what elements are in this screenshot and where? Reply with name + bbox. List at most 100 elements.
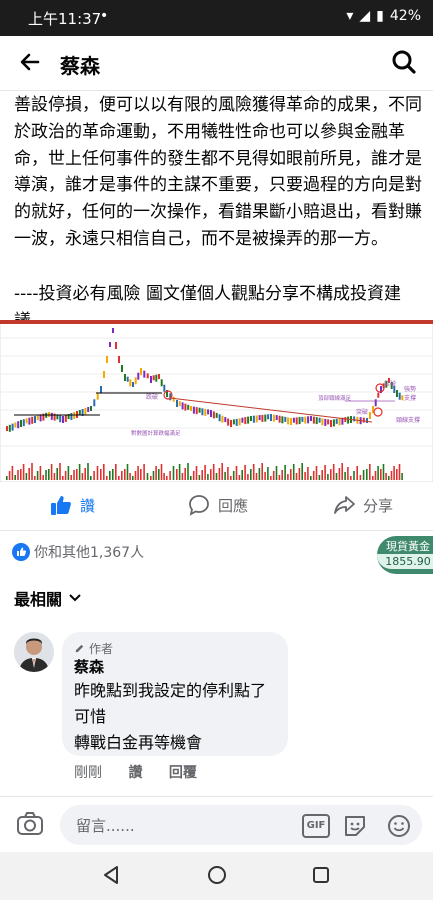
volume-mark (14, 475, 16, 480)
battery-level: 42% (389, 8, 421, 24)
candle-mark (227, 418, 230, 426)
volume-mark (295, 473, 298, 480)
candle-mark (321, 418, 324, 426)
volume-mark (264, 472, 266, 480)
nav-home-icon[interactable] (206, 864, 228, 886)
candle-mark (187, 404, 190, 410)
comment-line: 昨晚點到我設定的停利點了 (74, 681, 267, 700)
candle-mark (59, 415, 62, 423)
volume-mark (366, 469, 368, 480)
nav-recents-icon[interactable] (310, 864, 332, 886)
reaction-summary[interactable]: 你和其他1,367人 (12, 542, 144, 562)
volume-mark (290, 469, 292, 480)
candle-mark (137, 372, 140, 380)
sticker-icon[interactable] (342, 813, 368, 839)
candle-mark (252, 415, 255, 423)
candle-mark (241, 417, 244, 423)
candle-mark (218, 414, 221, 422)
volume-mark (160, 464, 163, 480)
volume-mark (310, 476, 312, 480)
chevron-down-icon (69, 594, 81, 602)
candle-mark (290, 418, 292, 425)
comment-button[interactable]: 回應 (188, 494, 248, 516)
candle-mark (250, 416, 252, 421)
volume-mark (335, 473, 338, 480)
candle-mark (178, 401, 181, 407)
volume-mark (390, 471, 393, 480)
comment-like-button[interactable]: 讚 (128, 765, 142, 781)
volume-mark (190, 476, 192, 480)
candle-mark (160, 379, 163, 387)
comment-time: 剛剛 (74, 765, 102, 781)
search-icon[interactable] (391, 49, 417, 75)
emoji-icon[interactable] (386, 813, 412, 839)
candle-mark (301, 416, 304, 422)
comment-bubble: 作者 蔡森 昨晚點到我設定的停利點了 可惜 轉戰白金再等機會 (62, 632, 288, 756)
avatar[interactable] (14, 632, 54, 672)
volume-mark (8, 471, 11, 480)
candle-mark (272, 414, 275, 422)
candle-mark (50, 412, 53, 420)
volume-mark (347, 467, 349, 480)
price-ticker[interactable]: 現貨黃金 1855.90 (377, 536, 433, 574)
comment-icon (189, 495, 209, 516)
volume-mark (380, 469, 382, 480)
chart-image[interactable]: 跌破 對數圖計算跌幅滿足 頂部頸線滿足 突破 突破 強勢 支撐 頸線支撐 (0, 320, 433, 482)
volume-mark (221, 463, 223, 480)
status-dot: • (100, 8, 109, 24)
back-arrow-icon[interactable] (18, 50, 42, 74)
candle-mark (84, 408, 87, 415)
volume-mark (56, 468, 58, 480)
share-button[interactable]: 分享 (333, 494, 393, 516)
volume-mark (93, 471, 95, 480)
comment-reply-button[interactable]: 回覆 (169, 765, 197, 781)
candle-mark (204, 408, 207, 416)
camera-icon[interactable] (16, 811, 44, 837)
volume-mark (201, 470, 203, 480)
label-support: 支撐 (404, 394, 416, 402)
volume-mark (350, 476, 352, 480)
volume-mark (388, 476, 390, 480)
volume-mark (132, 476, 134, 480)
post-body: 善設停損，便可以以有限的風險獲得革命的成果，不同於政治的革命運動，不用犧牲性命也… (14, 95, 422, 249)
candle-mark (327, 419, 330, 425)
label-breakdown: 跌破 (146, 393, 158, 401)
candle-mark (172, 396, 175, 402)
candle-mark (17, 421, 20, 429)
candle-mark (181, 402, 184, 410)
volume-mark (155, 466, 157, 480)
candle-mark (20, 420, 22, 427)
gif-button[interactable]: GIF (302, 814, 330, 838)
volume-mark (112, 469, 114, 480)
volume-mark (11, 466, 14, 480)
candle-mark (207, 409, 210, 415)
volume-mark (181, 473, 184, 480)
volume-mark (124, 469, 126, 480)
volume-mark (166, 476, 168, 480)
status-bar: 上午11:37 • ▾ ◢ ▮ 42% (0, 0, 433, 36)
ticker-name: 現貨黃金 (386, 540, 430, 553)
page-title: 蔡森 (60, 54, 100, 78)
comment-sort[interactable]: 最相關 (14, 586, 82, 610)
volume-mark (393, 466, 395, 480)
post-text: 善設停損，便可以以有限的風險獲得革命的成果，不同於政治的革命運動，不用犧牲性命也… (14, 92, 422, 334)
candle-mark (281, 416, 284, 424)
candle-mark (312, 416, 315, 424)
volume-mark (20, 469, 22, 480)
volume-mark (210, 469, 212, 480)
label-measured: 對數圖計算跌幅滿足 (131, 429, 181, 437)
comment-author[interactable]: 蔡森 (74, 656, 104, 677)
like-button[interactable]: 讚 (50, 494, 95, 516)
candle-mark (332, 419, 335, 427)
candle-mark (11, 423, 14, 431)
candle-mark (247, 416, 250, 424)
comment-input[interactable]: 留言...... GIF (60, 805, 422, 845)
volume-mark (140, 469, 142, 480)
comment-text: 昨晚點到我設定的停利點了 可惜 轉戰白金再等機會 (74, 678, 266, 756)
candle-mark (87, 407, 90, 412)
candle-mark (210, 410, 212, 417)
nav-back-icon[interactable] (100, 864, 122, 886)
candle-mark (212, 411, 215, 419)
candle-mark (224, 417, 227, 423)
volume-mark (312, 471, 315, 480)
